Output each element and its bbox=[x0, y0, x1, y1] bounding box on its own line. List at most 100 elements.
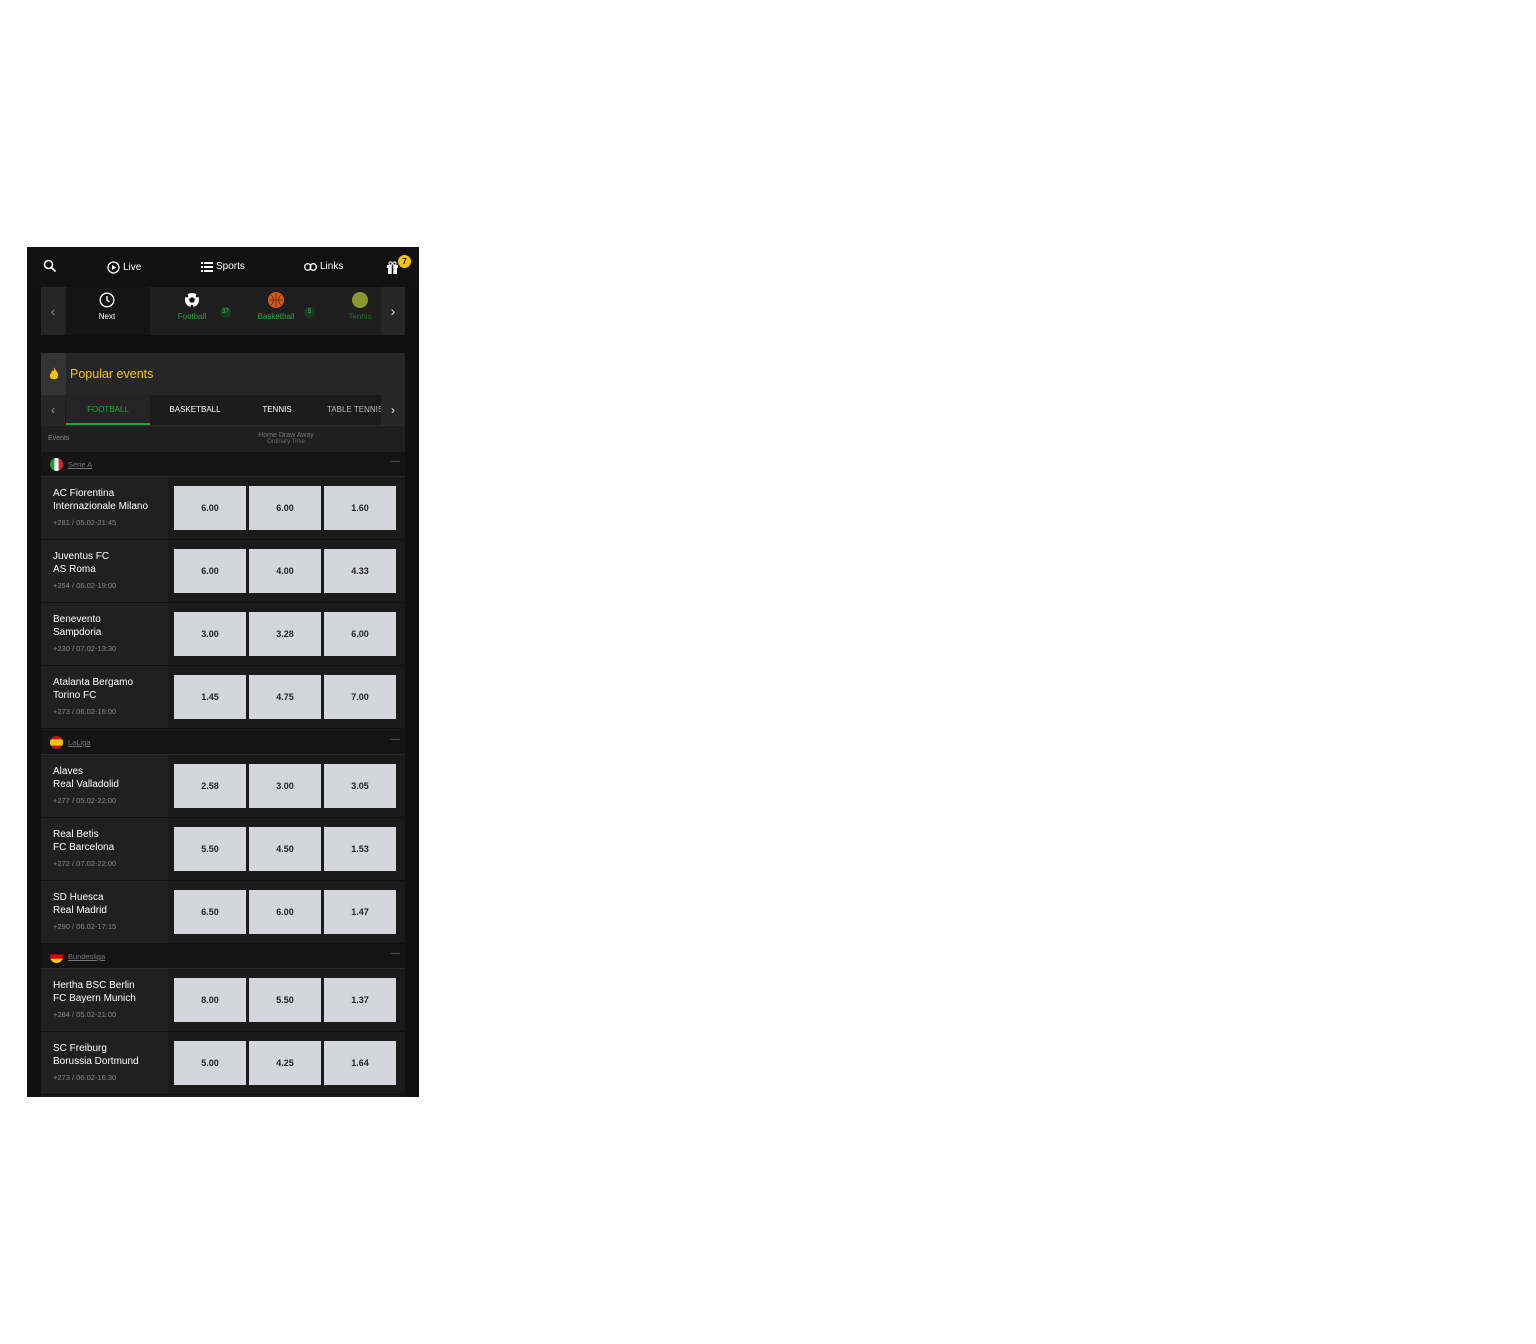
event-meta: +254 / 06.02-19:00 bbox=[53, 581, 117, 590]
italy-flag-icon bbox=[50, 458, 63, 471]
gift-count-badge: 7 bbox=[398, 255, 411, 268]
event-meta: +273 / 06.02-16:30 bbox=[53, 1073, 117, 1082]
event-info[interactable]: Alaves Real Valladolid +277 / 05.02-22:0… bbox=[41, 755, 168, 817]
collapse-icon[interactable]: — bbox=[390, 948, 400, 959]
league-header-laliga[interactable]: LaLiga — bbox=[41, 730, 405, 755]
sports-bar: ‹ Next Football 37 Basketball 5 Tennis › bbox=[41, 287, 405, 335]
column-header: Events Home Draw Away Ordinary Time bbox=[41, 425, 405, 452]
chevron-right-icon[interactable]: › bbox=[381, 395, 405, 425]
odd-draw-button[interactable]: 6.00 bbox=[249, 890, 321, 934]
event-meta: +277 / 05.02-22:00 bbox=[53, 796, 117, 805]
home-team: Real Betis bbox=[53, 829, 99, 840]
event-info[interactable]: Hertha BSC Berlin FC Bayern Munich +284 … bbox=[41, 969, 168, 1031]
tab-table-tennis[interactable]: TABLE TENNIS bbox=[327, 395, 383, 425]
odd-home-button[interactable]: 6.00 bbox=[174, 549, 246, 593]
flame-icon bbox=[41, 353, 66, 395]
home-team: SC Freiburg bbox=[53, 1043, 107, 1054]
event-info[interactable]: SC Freiburg Borussia Dortmund +273 / 06.… bbox=[41, 1032, 168, 1094]
odd-home-button[interactable]: 5.50 bbox=[174, 827, 246, 871]
event-meta: +273 / 06.02-16:00 bbox=[53, 707, 117, 716]
chevron-left-icon[interactable]: ‹ bbox=[41, 395, 65, 425]
odd-draw-button[interactable]: 6.00 bbox=[249, 486, 321, 530]
home-team: Alaves bbox=[53, 766, 84, 777]
odd-home-button[interactable]: 1.45 bbox=[174, 675, 246, 719]
sportsbook-app: Live Sports Links 7 ‹ Next Football 37 B… bbox=[27, 247, 419, 1097]
tab-football[interactable]: FOOTBALL bbox=[66, 395, 150, 425]
tab-basketball[interactable]: BASKETBALL bbox=[153, 395, 237, 425]
basketball-count-badge: 5 bbox=[304, 307, 315, 318]
collapse-icon[interactable]: — bbox=[390, 456, 400, 467]
away-team: AS Roma bbox=[53, 564, 96, 575]
odd-home-button[interactable]: 6.00 bbox=[174, 486, 246, 530]
odd-draw-button[interactable]: 3.28 bbox=[249, 612, 321, 656]
event-info[interactable]: Real Betis FC Barcelona +272 / 07.02-22:… bbox=[41, 818, 168, 880]
nav-links-label: Links bbox=[320, 261, 344, 272]
sport-next-label: Next bbox=[98, 312, 116, 321]
away-team: Borussia Dortmund bbox=[53, 1056, 139, 1067]
collapse-icon[interactable]: — bbox=[390, 734, 400, 745]
event-row: Real Betis FC Barcelona +272 / 07.02-22:… bbox=[41, 818, 405, 881]
odd-away-button[interactable]: 4.33 bbox=[324, 549, 396, 593]
link-icon bbox=[304, 262, 317, 271]
odd-draw-button[interactable]: 5.50 bbox=[249, 978, 321, 1022]
nav-sports[interactable]: Sports bbox=[201, 261, 245, 272]
odd-draw-button[interactable]: 4.00 bbox=[249, 549, 321, 593]
chevron-left-icon[interactable]: ‹ bbox=[41, 287, 65, 335]
home-team: Atalanta Bergamo bbox=[53, 677, 134, 688]
league-header-bundesliga[interactable]: Bundesliga — bbox=[41, 944, 405, 969]
odd-draw-button[interactable]: 4.25 bbox=[249, 1041, 321, 1085]
popular-events-panel: Popular events ‹ FOOTBALL BASKETBALL TEN… bbox=[41, 353, 405, 1097]
sport-football-label: Football bbox=[177, 312, 207, 321]
chevron-right-icon[interactable]: › bbox=[381, 287, 405, 335]
event-info[interactable]: Benevento Sampdoria +230 / 07.02-13:30 bbox=[41, 603, 168, 665]
event-info[interactable]: SD Huesca Real Madrid +290 / 06.02-17:15 bbox=[41, 881, 168, 943]
odd-home-button[interactable]: 5.00 bbox=[174, 1041, 246, 1085]
home-team: Juventus FC bbox=[53, 551, 110, 562]
odd-away-button[interactable]: 6.00 bbox=[324, 612, 396, 656]
events-column-label: Events bbox=[48, 435, 70, 442]
odd-draw-button[interactable]: 4.50 bbox=[249, 827, 321, 871]
odd-away-button[interactable]: 1.60 bbox=[324, 486, 396, 530]
event-info[interactable]: AC Fiorentina Internazionale Milano +281… bbox=[41, 477, 168, 539]
odds-column-label: Home Draw Away Ordinary Time bbox=[241, 432, 331, 446]
event-info[interactable]: Atalanta Bergamo Torino FC +273 / 06.02-… bbox=[41, 666, 168, 728]
list-icon bbox=[201, 261, 213, 272]
odd-draw-button[interactable]: 3.00 bbox=[249, 764, 321, 808]
home-team: Hertha BSC Berlin bbox=[53, 980, 135, 991]
event-row: Atalanta Bergamo Torino FC +273 / 06.02-… bbox=[41, 666, 405, 729]
event-row: SC Freiburg Borussia Dortmund +273 / 06.… bbox=[41, 1032, 405, 1095]
football-count-badge: 37 bbox=[220, 307, 231, 318]
away-team: Internazionale Milano bbox=[53, 501, 149, 512]
event-row: SD Huesca Real Madrid +290 / 06.02-17:15… bbox=[41, 881, 405, 944]
sport-basketball[interactable]: Basketball bbox=[246, 292, 306, 321]
odd-home-button[interactable]: 3.00 bbox=[174, 612, 246, 656]
league-name[interactable]: LaLiga bbox=[68, 738, 91, 747]
league-name[interactable]: Serie A bbox=[68, 460, 92, 469]
nav-links[interactable]: Links bbox=[304, 261, 343, 272]
odd-away-button[interactable]: 1.64 bbox=[324, 1041, 396, 1085]
odd-away-button[interactable]: 1.37 bbox=[324, 978, 396, 1022]
odd-away-button[interactable]: 1.53 bbox=[324, 827, 396, 871]
odd-away-button[interactable]: 3.05 bbox=[324, 764, 396, 808]
odd-home-button[interactable]: 2.58 bbox=[174, 764, 246, 808]
popular-events-header: Popular events bbox=[41, 353, 405, 395]
odd-away-button[interactable]: 1.47 bbox=[324, 890, 396, 934]
sport-next[interactable]: Next bbox=[77, 292, 137, 321]
league-header-serie-a[interactable]: Serie A — bbox=[41, 452, 405, 477]
event-meta: +281 / 05.02-21:45 bbox=[53, 518, 117, 527]
event-row: Juventus FC AS Roma +254 / 06.02-19:00 6… bbox=[41, 540, 405, 603]
sport-football[interactable]: Football bbox=[162, 292, 222, 321]
event-info[interactable]: Juventus FC AS Roma +254 / 06.02-19:00 bbox=[41, 540, 168, 602]
odd-draw-button[interactable]: 4.75 bbox=[249, 675, 321, 719]
tab-tennis[interactable]: TENNIS bbox=[237, 395, 317, 425]
search-icon[interactable] bbox=[43, 259, 63, 277]
nav-live[interactable]: Live bbox=[107, 261, 141, 274]
event-row: AC Fiorentina Internazionale Milano +281… bbox=[41, 477, 405, 540]
away-team: Torino FC bbox=[53, 690, 97, 701]
event-meta: +272 / 07.02-22:00 bbox=[53, 859, 117, 868]
odd-home-button[interactable]: 8.00 bbox=[174, 978, 246, 1022]
odd-away-button[interactable]: 7.00 bbox=[324, 675, 396, 719]
away-team: Real Madrid bbox=[53, 905, 107, 916]
league-name[interactable]: Bundesliga bbox=[68, 952, 105, 961]
odd-home-button[interactable]: 6.50 bbox=[174, 890, 246, 934]
